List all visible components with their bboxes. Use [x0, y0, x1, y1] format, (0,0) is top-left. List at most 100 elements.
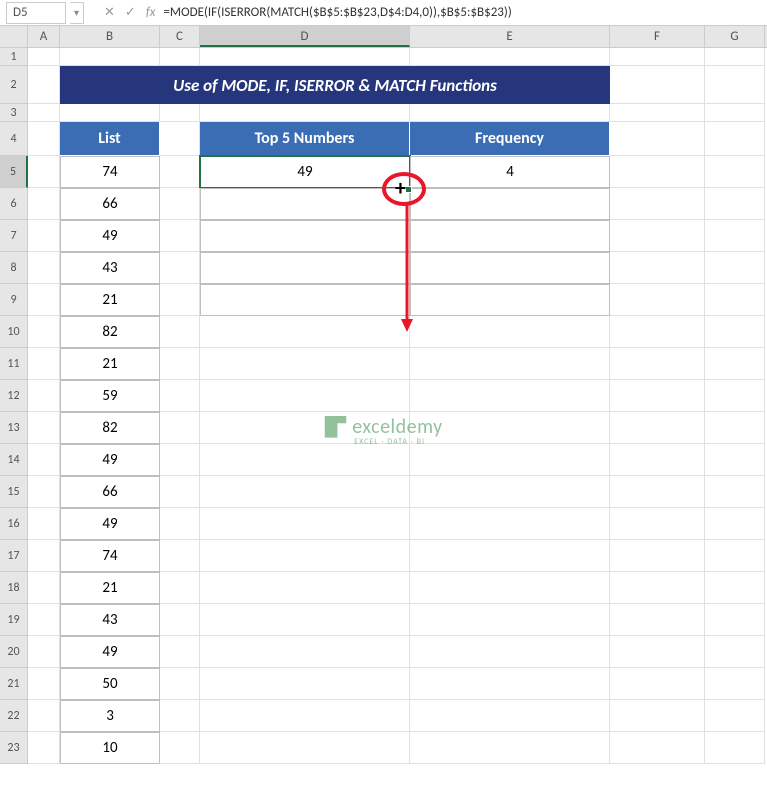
cell[interactable] — [160, 572, 200, 604]
cell[interactable] — [200, 732, 410, 764]
cell[interactable] — [160, 700, 200, 732]
list-cell[interactable]: 74 — [60, 156, 160, 188]
cell[interactable] — [705, 668, 765, 700]
cell[interactable] — [610, 700, 705, 732]
cell[interactable] — [705, 412, 765, 444]
col-header-d[interactable]: D — [200, 26, 410, 47]
row-header[interactable]: 10 — [0, 316, 28, 348]
cell[interactable] — [200, 540, 410, 572]
col-header-a[interactable]: A — [28, 26, 60, 47]
cell[interactable] — [610, 604, 705, 636]
cell[interactable] — [610, 412, 705, 444]
cell[interactable] — [410, 444, 610, 476]
cell[interactable] — [160, 732, 200, 764]
list-cell[interactable]: 21 — [60, 284, 160, 316]
col-header-c[interactable]: C — [160, 26, 200, 47]
list-cell[interactable]: 50 — [60, 668, 160, 700]
cell[interactable] — [160, 220, 200, 252]
cell[interactable] — [410, 348, 610, 380]
cell[interactable] — [160, 284, 200, 316]
cell[interactable] — [705, 104, 765, 122]
cell[interactable] — [200, 668, 410, 700]
cell[interactable] — [705, 220, 765, 252]
cell[interactable] — [410, 476, 610, 508]
cell[interactable] — [200, 220, 410, 252]
cell[interactable] — [160, 476, 200, 508]
cell[interactable] — [28, 572, 60, 604]
row-header[interactable]: 22 — [0, 700, 28, 732]
row-header[interactable]: 13 — [0, 412, 28, 444]
cell[interactable] — [200, 508, 410, 540]
cell[interactable] — [705, 508, 765, 540]
list-cell[interactable]: 43 — [60, 604, 160, 636]
cell[interactable] — [705, 476, 765, 508]
list-cell[interactable]: 82 — [60, 412, 160, 444]
cancel-icon[interactable]: ✕ — [104, 5, 115, 20]
cell[interactable] — [28, 604, 60, 636]
row-header[interactable]: 4 — [0, 122, 28, 156]
cell[interactable] — [705, 380, 765, 412]
col-header-e[interactable]: E — [410, 26, 610, 47]
cell[interactable] — [705, 700, 765, 732]
row-header[interactable]: 21 — [0, 668, 28, 700]
cell[interactable] — [610, 540, 705, 572]
row-header[interactable]: 18 — [0, 572, 28, 604]
list-cell[interactable]: 74 — [60, 540, 160, 572]
row-header[interactable]: 7 — [0, 220, 28, 252]
cell[interactable] — [160, 508, 200, 540]
cell[interactable] — [610, 122, 705, 156]
cell[interactable] — [610, 284, 705, 316]
cell[interactable] — [200, 572, 410, 604]
cell[interactable] — [200, 284, 410, 316]
row-header[interactable]: 19 — [0, 604, 28, 636]
row-header[interactable]: 3 — [0, 104, 28, 122]
cell[interactable] — [160, 104, 200, 122]
cell[interactable] — [410, 380, 610, 412]
cell[interactable] — [410, 252, 610, 284]
cell[interactable] — [28, 188, 60, 220]
cell[interactable] — [705, 444, 765, 476]
cell[interactable] — [200, 380, 410, 412]
list-cell[interactable]: 49 — [60, 636, 160, 668]
cell[interactable] — [60, 48, 160, 66]
fx-icon[interactable]: fx — [146, 5, 156, 20]
cell[interactable] — [610, 220, 705, 252]
cell[interactable] — [410, 540, 610, 572]
formula-input[interactable]: =MODE(IF(ISERROR(MATCH($B$5:$B$23,D$4:D4… — [155, 3, 767, 22]
cell[interactable] — [28, 66, 60, 104]
cell[interactable] — [28, 636, 60, 668]
cell[interactable] — [28, 476, 60, 508]
row-header[interactable]: 12 — [0, 380, 28, 412]
cell[interactable] — [28, 348, 60, 380]
row-header[interactable]: 23 — [0, 732, 28, 764]
cell[interactable] — [610, 572, 705, 604]
cell[interactable] — [28, 104, 60, 122]
cell[interactable] — [160, 348, 200, 380]
cell[interactable] — [705, 122, 765, 156]
cell[interactable] — [160, 636, 200, 668]
cell[interactable] — [160, 156, 200, 188]
cell[interactable] — [28, 732, 60, 764]
cell[interactable] — [160, 380, 200, 412]
cell[interactable] — [28, 380, 60, 412]
cell[interactable] — [610, 732, 705, 764]
list-cell[interactable]: 21 — [60, 348, 160, 380]
cell[interactable] — [610, 188, 705, 220]
cell[interactable] — [705, 66, 765, 104]
cell[interactable] — [410, 220, 610, 252]
cell[interactable] — [60, 104, 160, 122]
cell[interactable] — [610, 316, 705, 348]
cell[interactable] — [705, 284, 765, 316]
cell[interactable] — [705, 348, 765, 380]
cell[interactable] — [610, 444, 705, 476]
cell[interactable] — [200, 636, 410, 668]
cell[interactable] — [610, 508, 705, 540]
cell[interactable] — [610, 636, 705, 668]
row-header[interactable]: 2 — [0, 66, 28, 104]
list-cell[interactable]: 59 — [60, 380, 160, 412]
cell[interactable] — [160, 48, 200, 66]
cell[interactable] — [28, 540, 60, 572]
cell[interactable] — [410, 604, 610, 636]
row-header[interactable]: 15 — [0, 476, 28, 508]
col-header-b[interactable]: B — [60, 26, 160, 47]
